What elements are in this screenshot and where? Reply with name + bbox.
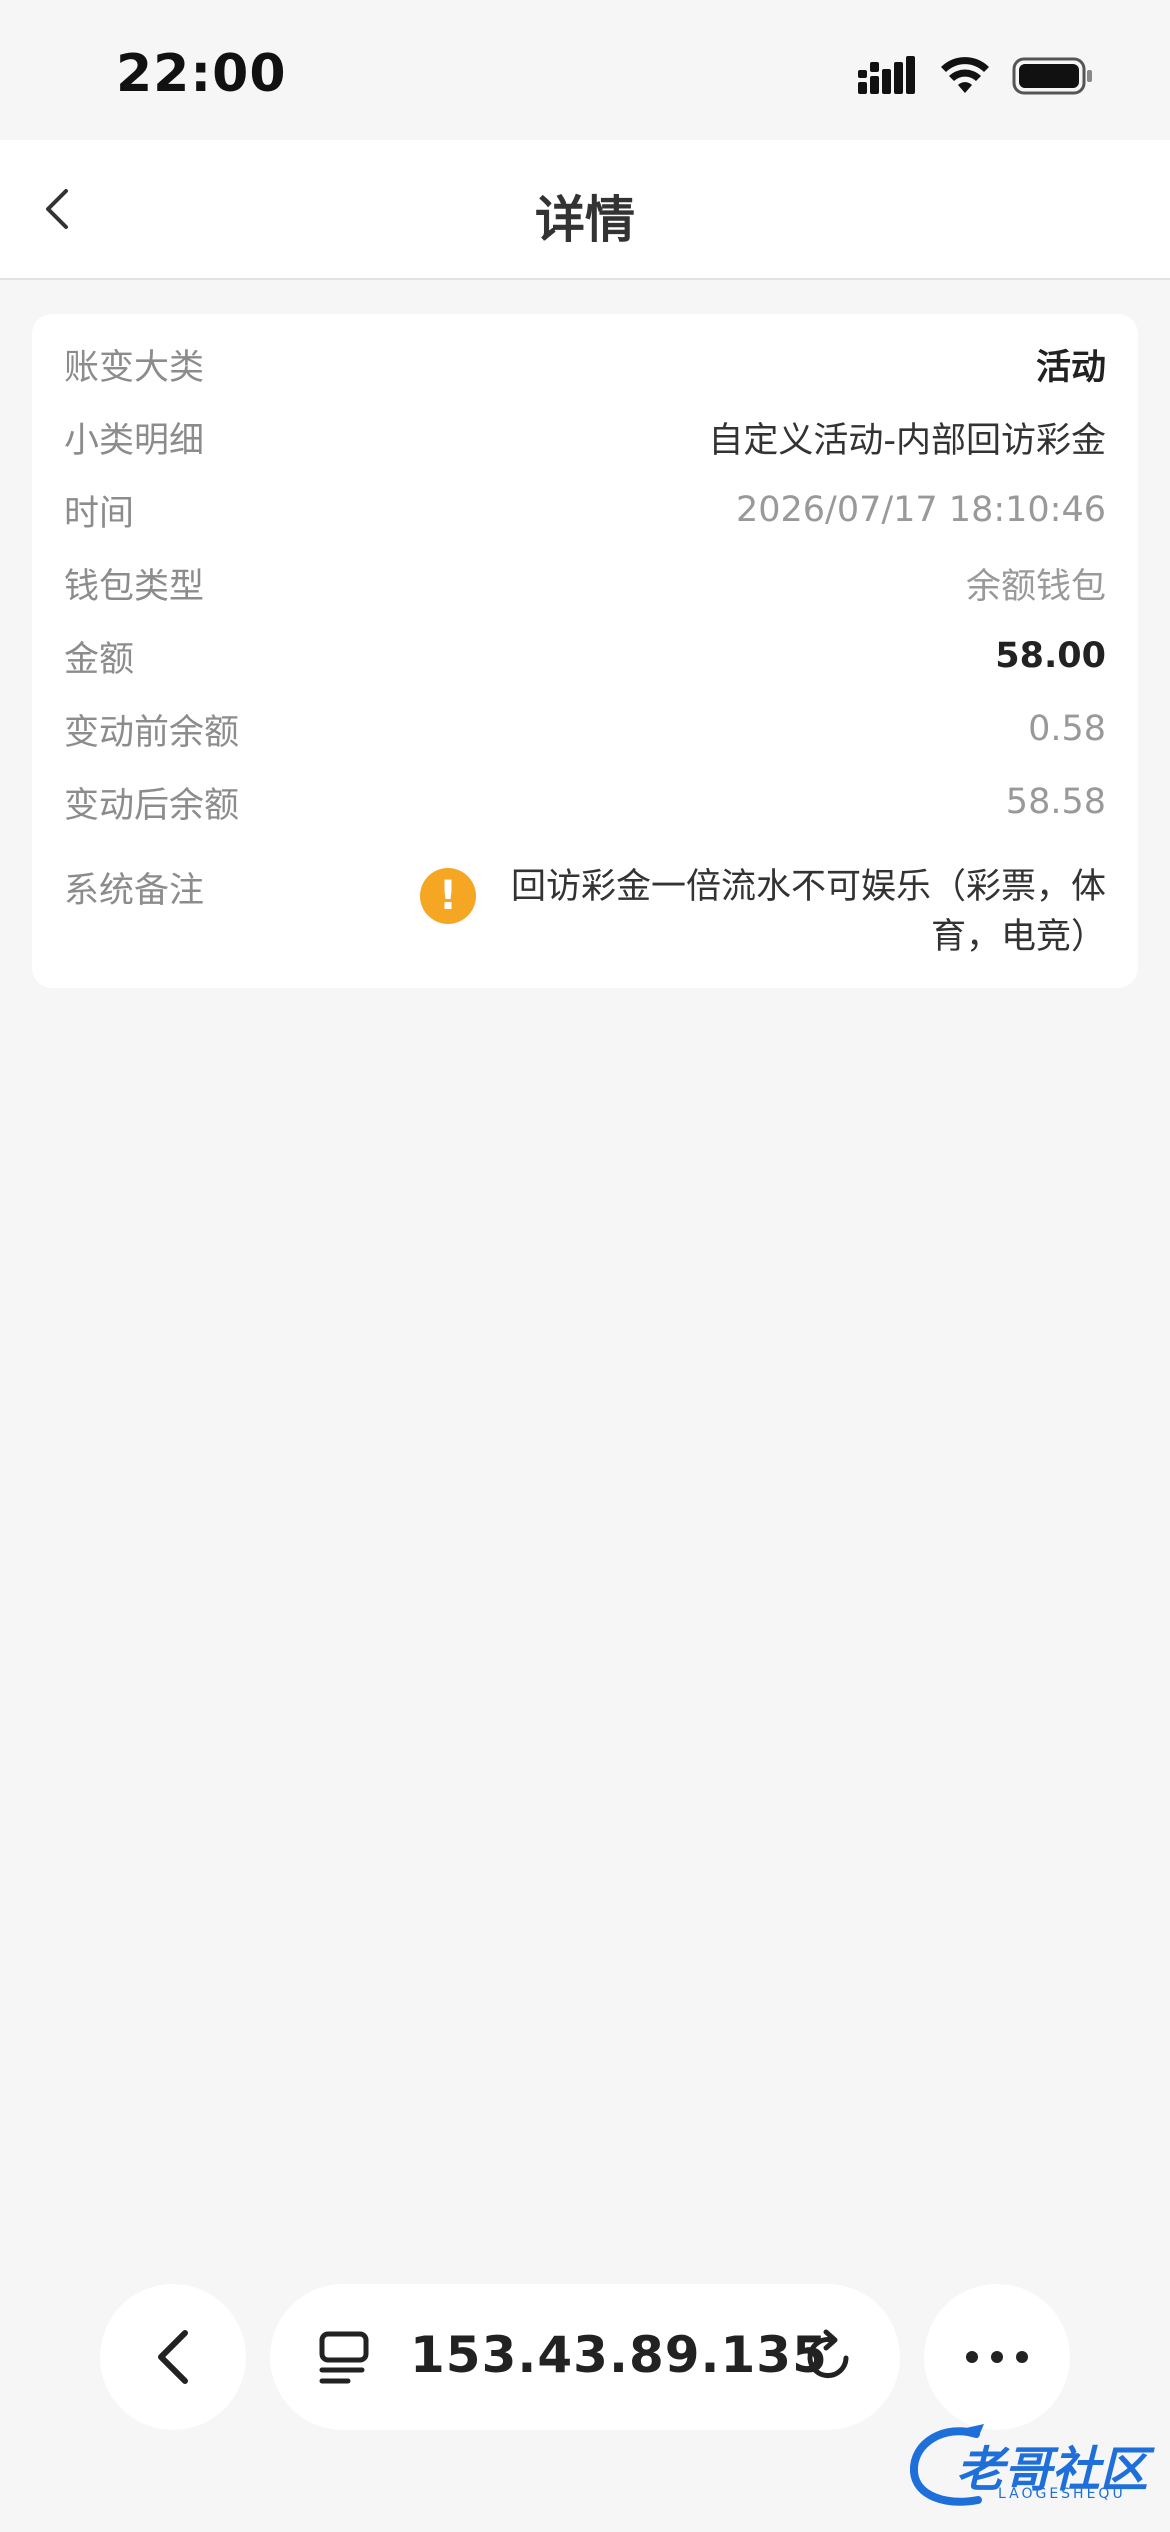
battery-icon xyxy=(1012,57,1092,95)
row-label: 钱包类型 xyxy=(64,566,205,607)
more-dots-icon xyxy=(966,2351,1028,2363)
wifi-icon xyxy=(941,57,989,93)
browser-toolbar: 153.43.89.135 xyxy=(0,2284,1170,2430)
warning-icon: ! xyxy=(420,868,476,924)
row-value: 2026/07/17 18:10:46 xyxy=(735,490,1106,530)
detail-row-category: 账变大类 活动 xyxy=(64,334,1106,394)
row-value: 余额钱包 xyxy=(965,566,1106,607)
detail-row-amount: 金额 58.00 xyxy=(64,626,1106,686)
detail-row-balance-before: 变动前余额 0.58 xyxy=(64,699,1106,759)
remark-line: 回访彩金一倍流水不可娱乐（彩票，体 xyxy=(510,867,1106,907)
row-label: 时间 xyxy=(64,493,135,534)
nav-bar: 详情 xyxy=(0,140,1170,280)
row-label: 变动后余额 xyxy=(64,785,240,826)
row-label: 变动前余额 xyxy=(64,712,240,753)
row-label: 金额 xyxy=(64,639,135,680)
row-value: 自定义活动-内部回访彩金 xyxy=(708,420,1106,461)
row-label: 系统备注 xyxy=(64,871,205,911)
row-label: 账变大类 xyxy=(64,347,205,388)
signal-icon xyxy=(858,56,915,94)
detail-row-time: 时间 2026/07/17 18:10:46 xyxy=(64,480,1106,540)
chevron-left-icon xyxy=(158,2330,188,2384)
detail-row-subcategory: 小类明细 自定义活动-内部回访彩金 xyxy=(64,407,1106,467)
address-bar[interactable]: 153.43.89.135 xyxy=(270,2284,900,2430)
status-bar: 22:00 xyxy=(0,0,1170,140)
page-title: 详情 xyxy=(535,191,635,249)
row-value: 58.00 xyxy=(995,636,1106,676)
remark-line: 育，电竞） xyxy=(930,917,1106,957)
address-text: 153.43.89.135 xyxy=(410,2326,828,2384)
reader-icon xyxy=(319,2331,369,2384)
row-label: 小类明细 xyxy=(64,420,205,461)
browser-back-button[interactable] xyxy=(100,2284,246,2430)
detail-row-wallet: 钱包类型 余额钱包 xyxy=(64,553,1106,613)
watermark-logo: 老哥社区 LAOGESHEQU xyxy=(906,2420,1156,2512)
status-icons xyxy=(858,56,1094,96)
row-value: 0.58 xyxy=(1028,709,1106,749)
status-time: 22:00 xyxy=(116,44,287,104)
row-value: 活动 xyxy=(1035,347,1106,388)
more-button[interactable] xyxy=(924,2284,1070,2430)
detail-row-remark: 系统备注 ! 回访彩金一倍流水不可娱乐（彩票，体 育，电竞） xyxy=(64,848,1106,958)
row-value: 58.58 xyxy=(1005,782,1106,822)
watermark-subtext: LAOGESHEQU xyxy=(998,2486,1126,2502)
reload-icon[interactable] xyxy=(802,2328,856,2386)
details-card: 账变大类 活动 小类明细 自定义活动-内部回访彩金 时间 2026/07/17 … xyxy=(32,314,1138,988)
detail-row-balance-after: 变动后余额 58.58 xyxy=(64,772,1106,832)
remark-text: 回访彩金一倍流水不可娱乐（彩票，体 育，电竞） xyxy=(504,862,1106,962)
